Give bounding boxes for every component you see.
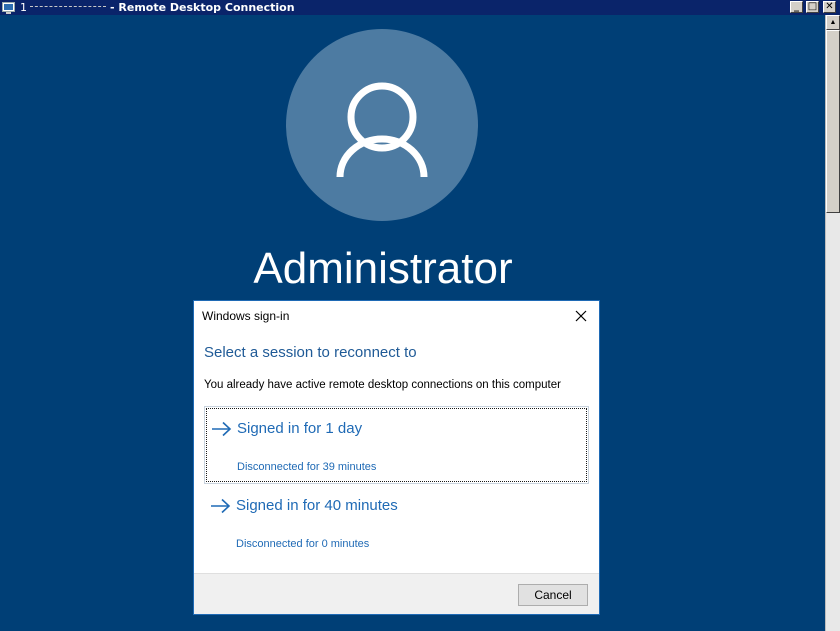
close-icon — [575, 310, 587, 322]
minimize-button[interactable]: _ — [790, 1, 803, 13]
dialog-heading: Select a session to reconnect to — [204, 344, 417, 361]
vertical-scrollbar[interactable]: ▲ — [825, 15, 840, 631]
close-window-button[interactable]: ✕ — [823, 1, 836, 13]
session-title: Signed in for 40 minutes — [236, 497, 398, 514]
scroll-thumb[interactable] — [826, 30, 840, 213]
dialog-close-button[interactable] — [572, 307, 590, 325]
remote-desktop-app-icon — [2, 1, 15, 14]
session-option-1[interactable]: Signed in for 1 day Disconnected for 39 … — [204, 406, 589, 484]
dialog-title: Windows sign-in — [202, 309, 290, 323]
arrow-right-icon — [211, 421, 233, 442]
cancel-button[interactable]: Cancel — [518, 584, 588, 606]
window-title: - Remote Desktop Connection — [110, 1, 295, 14]
computer-name: 1 — [20, 1, 27, 14]
dialog-footer: Cancel — [194, 573, 599, 614]
maximize-button[interactable]: □ — [806, 1, 819, 13]
dialog-description: You already have active remote desktop c… — [204, 379, 561, 391]
user-avatar — [286, 29, 478, 221]
redacted-address — [30, 6, 106, 7]
windows-sign-in-dialog: Windows sign-in Select a session to reco… — [193, 300, 600, 615]
session-status: Disconnected for 0 minutes — [236, 538, 370, 550]
arrow-right-icon — [210, 498, 232, 519]
session-option-2[interactable]: Signed in for 40 minutes Disconnected fo… — [206, 486, 587, 560]
session-title: Signed in for 1 day — [237, 420, 363, 437]
user-name: Administrator — [253, 244, 513, 293]
scroll-up-button[interactable]: ▲ — [826, 15, 840, 30]
window-title-bar[interactable]: 1 - Remote Desktop Connection _ □ ✕ — [0, 0, 840, 15]
user-icon — [336, 82, 428, 178]
session-status: Disconnected for 39 minutes — [237, 461, 377, 473]
